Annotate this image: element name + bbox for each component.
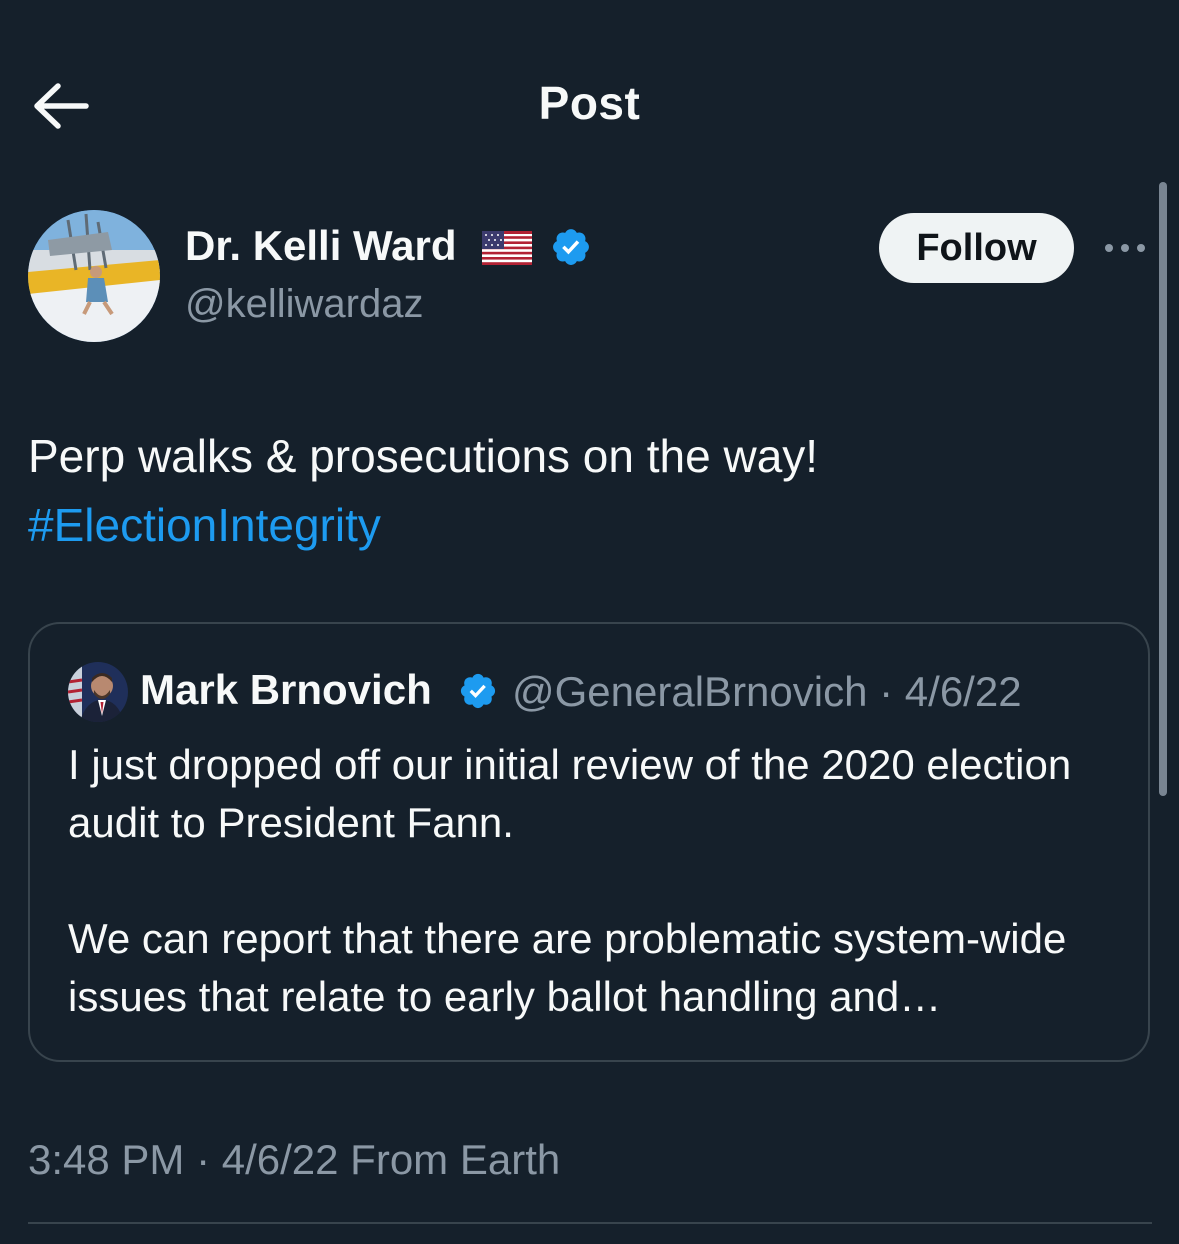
author-handle[interactable]: @kelliwardaz — [185, 282, 423, 327]
quoted-post-card[interactable]: Mark Brnovich @GeneralBrnovich · 4/6/22 … — [28, 622, 1150, 1062]
post-timestamp: 3:48 PM · 4/6/22 From Earth — [28, 1136, 561, 1183]
quote-handle-date: @GeneralBrnovich · 4/6/22 — [512, 668, 1022, 715]
top-bar: Post — [0, 0, 1179, 210]
page-title: Post — [538, 77, 641, 129]
more-horizontal-icon — [1105, 244, 1145, 252]
follow-button[interactable]: Follow — [879, 213, 1074, 283]
divider — [28, 1222, 1152, 1224]
more-options-button[interactable] — [1100, 232, 1150, 264]
avatar-photo — [28, 210, 160, 342]
verified-badge-icon — [460, 673, 496, 709]
verified-badge-icon — [553, 229, 589, 265]
quote-avatar-photo — [68, 662, 128, 722]
quote-body-text: I just dropped off our initial review of… — [68, 741, 1072, 1020]
post-detail-screen: Post Dr. Kelli Ward @kelliwardaz Follow … — [0, 0, 1179, 1244]
quote-author-name: Mark Brnovich — [140, 666, 432, 713]
quote-avatar — [68, 662, 128, 722]
hashtag-link[interactable]: #ElectionIntegrity — [28, 491, 1138, 560]
author-name[interactable]: Dr. Kelli Ward — [185, 222, 457, 270]
scrollbar[interactable] — [1159, 182, 1167, 796]
post-text: Perp walks & prosecutions on the way! #E… — [28, 422, 1138, 560]
avatar[interactable] — [28, 210, 160, 342]
post-body-text: Perp walks & prosecutions on the way! — [28, 430, 819, 482]
us-flag-icon — [482, 231, 532, 265]
